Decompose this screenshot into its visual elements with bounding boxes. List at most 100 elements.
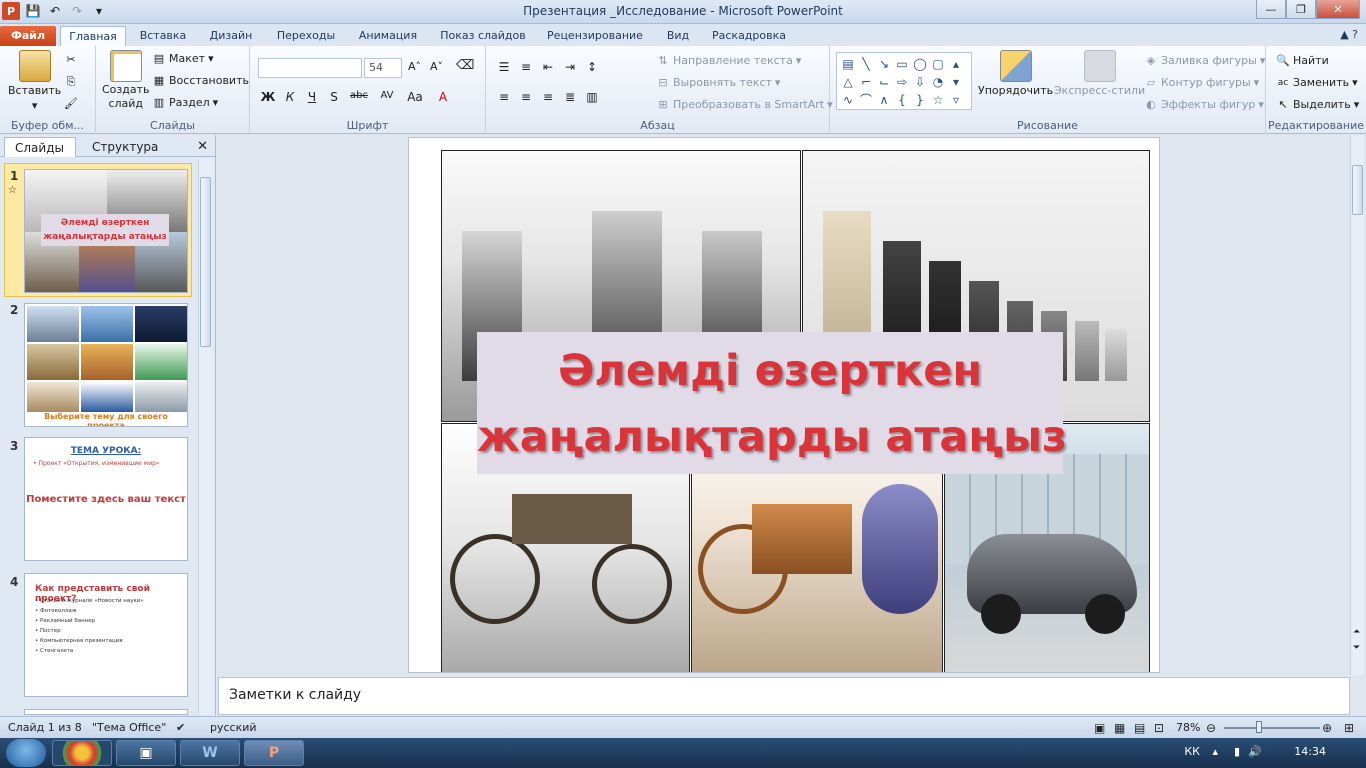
smartart-button[interactable]: ⊞ Преобразовать в SmartArt ▾ — [656, 98, 832, 111]
increase-indent-icon[interactable]: ⇥ — [562, 60, 578, 74]
minimize-button[interactable]: — — [1256, 0, 1286, 19]
tab-design[interactable]: Дизайн — [200, 26, 262, 46]
slide-sorter-icon[interactable]: ▦ — [1114, 721, 1125, 735]
panel-scrollbar[interactable] — [198, 159, 212, 715]
tab-home[interactable]: Главная — [60, 26, 126, 46]
tab-view[interactable]: Вид — [656, 26, 700, 46]
slide-scrollbar[interactable]: ⏶ ⏷ — [1350, 135, 1364, 675]
shape-more-up-icon[interactable]: ▴ — [947, 55, 965, 73]
char-spacing-button[interactable]: AV — [376, 90, 398, 104]
tab-file[interactable]: Файл — [0, 26, 56, 46]
tray-expand-icon[interactable]: ▴ — [1212, 745, 1218, 758]
clock[interactable]: 14:34 — [1294, 745, 1326, 758]
maximize-button[interactable]: ❐ — [1286, 0, 1316, 19]
tab-review[interactable]: Рецензирование — [540, 26, 650, 46]
tab-slides-panel[interactable]: Слайды — [4, 137, 76, 157]
next-slide-icon[interactable]: ⏷ — [1353, 643, 1360, 653]
align-left-icon[interactable]: ≡ — [496, 90, 512, 104]
taskbar-powerpoint-icon[interactable]: P — [244, 740, 304, 766]
find-button[interactable]: 🔍 Найти — [1276, 54, 1329, 67]
zoom-out-icon[interactable]: ⊖ — [1206, 721, 1216, 735]
quick-styles-button[interactable]: Экспресс-стили — [1054, 50, 1145, 97]
underline-button[interactable]: Ч — [304, 90, 320, 104]
keyboard-language[interactable]: КК — [1184, 745, 1200, 758]
zoom-in-icon[interactable]: ⊕ — [1322, 721, 1332, 735]
strikethrough-button[interactable]: abc — [348, 90, 370, 104]
text-direction-button[interactable]: ⇅ Направление текста ▾ — [656, 54, 801, 67]
layout-button[interactable]: ▤ Макет ▾ — [152, 52, 214, 65]
arrange-button[interactable]: Упорядочить — [978, 50, 1053, 97]
shape-arrow-line-icon[interactable]: ↘ — [875, 55, 893, 73]
zoom-slider-track[interactable] — [1224, 727, 1320, 729]
align-text-button[interactable]: ⊟ Выровнять текст ▾ — [656, 76, 780, 89]
tab-insert[interactable]: Вставка — [132, 26, 194, 46]
grow-font-icon[interactable]: A˄ — [408, 60, 421, 73]
replace-button[interactable]: ac Заменить ▾ — [1276, 76, 1358, 89]
battery-icon[interactable]: ▮ — [1234, 745, 1240, 758]
shape-triangle-icon[interactable]: △ — [839, 73, 857, 91]
theme-name[interactable]: "Тема Office" — [92, 721, 166, 734]
shape-callout-icon[interactable]: ◔ — [929, 73, 947, 91]
shape-fill-button[interactable]: ◈ Заливка фигуры ▾ — [1144, 54, 1266, 67]
tab-storyboard[interactable]: Раскадровка — [706, 26, 792, 46]
numbering-icon[interactable]: ≡ — [518, 60, 534, 74]
shape-effects-button[interactable]: ◐ Эффекты фигур ▾ — [1144, 98, 1264, 111]
slide-title-textbox[interactable]: Әлемді өзерткен жаңалықтарды атаңыз — [477, 332, 1067, 474]
cut-icon[interactable]: ✂ — [64, 54, 78, 66]
shape-expand-icon[interactable]: ▿ — [947, 91, 965, 109]
language-indicator[interactable]: русский — [210, 721, 257, 734]
shape-down-arrow-icon[interactable]: ⇩ — [911, 73, 929, 91]
shape-outline-button[interactable]: ▱ Контур фигуры ▾ — [1144, 76, 1259, 89]
tab-outline-panel[interactable]: Структура — [82, 137, 168, 157]
shape-star-icon[interactable]: ☆ — [929, 91, 947, 109]
shapes-gallery[interactable]: ▤ ╲ ↘ ▭ ◯ ▢ ▴ △ ⌐ ⌙ ⇨ ⇩ ◔ ▾ ∿ ⌒ ∧{} ☆ ▿ — [836, 52, 972, 110]
decrease-indent-icon[interactable]: ⇤ — [540, 60, 556, 74]
shape-oval-icon[interactable]: ◯ — [911, 55, 929, 73]
normal-view-icon[interactable]: ▣ — [1094, 721, 1105, 735]
shape-brace-right-icon[interactable]: } — [911, 91, 929, 109]
tab-slideshow[interactable]: Показ слайдов — [432, 26, 534, 46]
paste-button[interactable]: Вставить ▾ — [8, 50, 61, 112]
shape-curve-icon[interactable]: ∿ — [839, 91, 857, 109]
tab-transitions[interactable]: Переходы — [268, 26, 344, 46]
start-button[interactable] — [6, 739, 46, 767]
shape-line-icon[interactable]: ╲ — [857, 55, 875, 73]
align-right-icon[interactable]: ≡ — [540, 90, 556, 104]
font-color-button[interactable]: A — [432, 90, 454, 104]
taskbar-word-icon[interactable]: W — [180, 740, 240, 766]
clear-format-icon[interactable]: ⌫ — [456, 58, 474, 73]
copy-icon[interactable]: ⎘ — [64, 76, 78, 88]
close-panel-icon[interactable]: ✕ — [197, 139, 208, 154]
font-name-combo[interactable] — [258, 58, 362, 78]
font-size-combo[interactable]: 54 — [364, 58, 402, 78]
shape-elbow-icon[interactable]: ⌐ — [857, 73, 875, 91]
slide-scroll-thumb[interactable] — [1352, 165, 1363, 215]
align-center-icon[interactable]: ≡ — [518, 90, 534, 104]
spellcheck-icon[interactable]: ✔ — [176, 721, 185, 734]
italic-button[interactable]: К — [282, 90, 298, 104]
slideshow-icon[interactable]: ⊡ — [1154, 721, 1164, 735]
zoom-slider-thumb[interactable] — [1256, 721, 1262, 733]
shrink-font-icon[interactable]: A˅ — [430, 60, 443, 73]
bullets-icon[interactable]: ☰ — [496, 60, 512, 74]
prev-slide-icon[interactable]: ⏶ — [1353, 627, 1360, 637]
reset-button[interactable]: ▦ Восстановить — [152, 74, 249, 87]
tab-animations[interactable]: Анимация — [350, 26, 426, 46]
shape-connector-icon[interactable]: ⌙ — [875, 73, 893, 91]
fit-to-window-icon[interactable]: ⊞ — [1344, 721, 1354, 735]
notes-pane[interactable]: Заметки к слайду — [218, 677, 1350, 715]
taskbar-explorer-icon[interactable]: ▣ — [116, 740, 176, 766]
reading-view-icon[interactable]: ▤ — [1134, 721, 1145, 735]
change-case-button[interactable]: Aa — [404, 90, 426, 104]
volume-icon[interactable]: 🔊 — [1248, 745, 1262, 758]
taskbar-chrome-icon[interactable] — [52, 740, 112, 766]
close-button[interactable]: ✕ — [1316, 0, 1360, 19]
section-button[interactable]: ▥ Раздел ▾ — [152, 96, 218, 109]
shape-rect-icon[interactable]: ▭ — [893, 55, 911, 73]
current-slide[interactable]: Әлемді өзерткен жаңалықтарды атаңыз — [408, 137, 1160, 673]
panel-scroll-thumb[interactable] — [200, 177, 211, 347]
justify-icon[interactable]: ≣ — [562, 90, 578, 104]
columns-icon[interactable]: ▥ — [584, 90, 600, 104]
shape-freeform-icon[interactable]: ∧ — [875, 91, 893, 109]
line-spacing-icon[interactable]: ↕ — [584, 60, 600, 74]
